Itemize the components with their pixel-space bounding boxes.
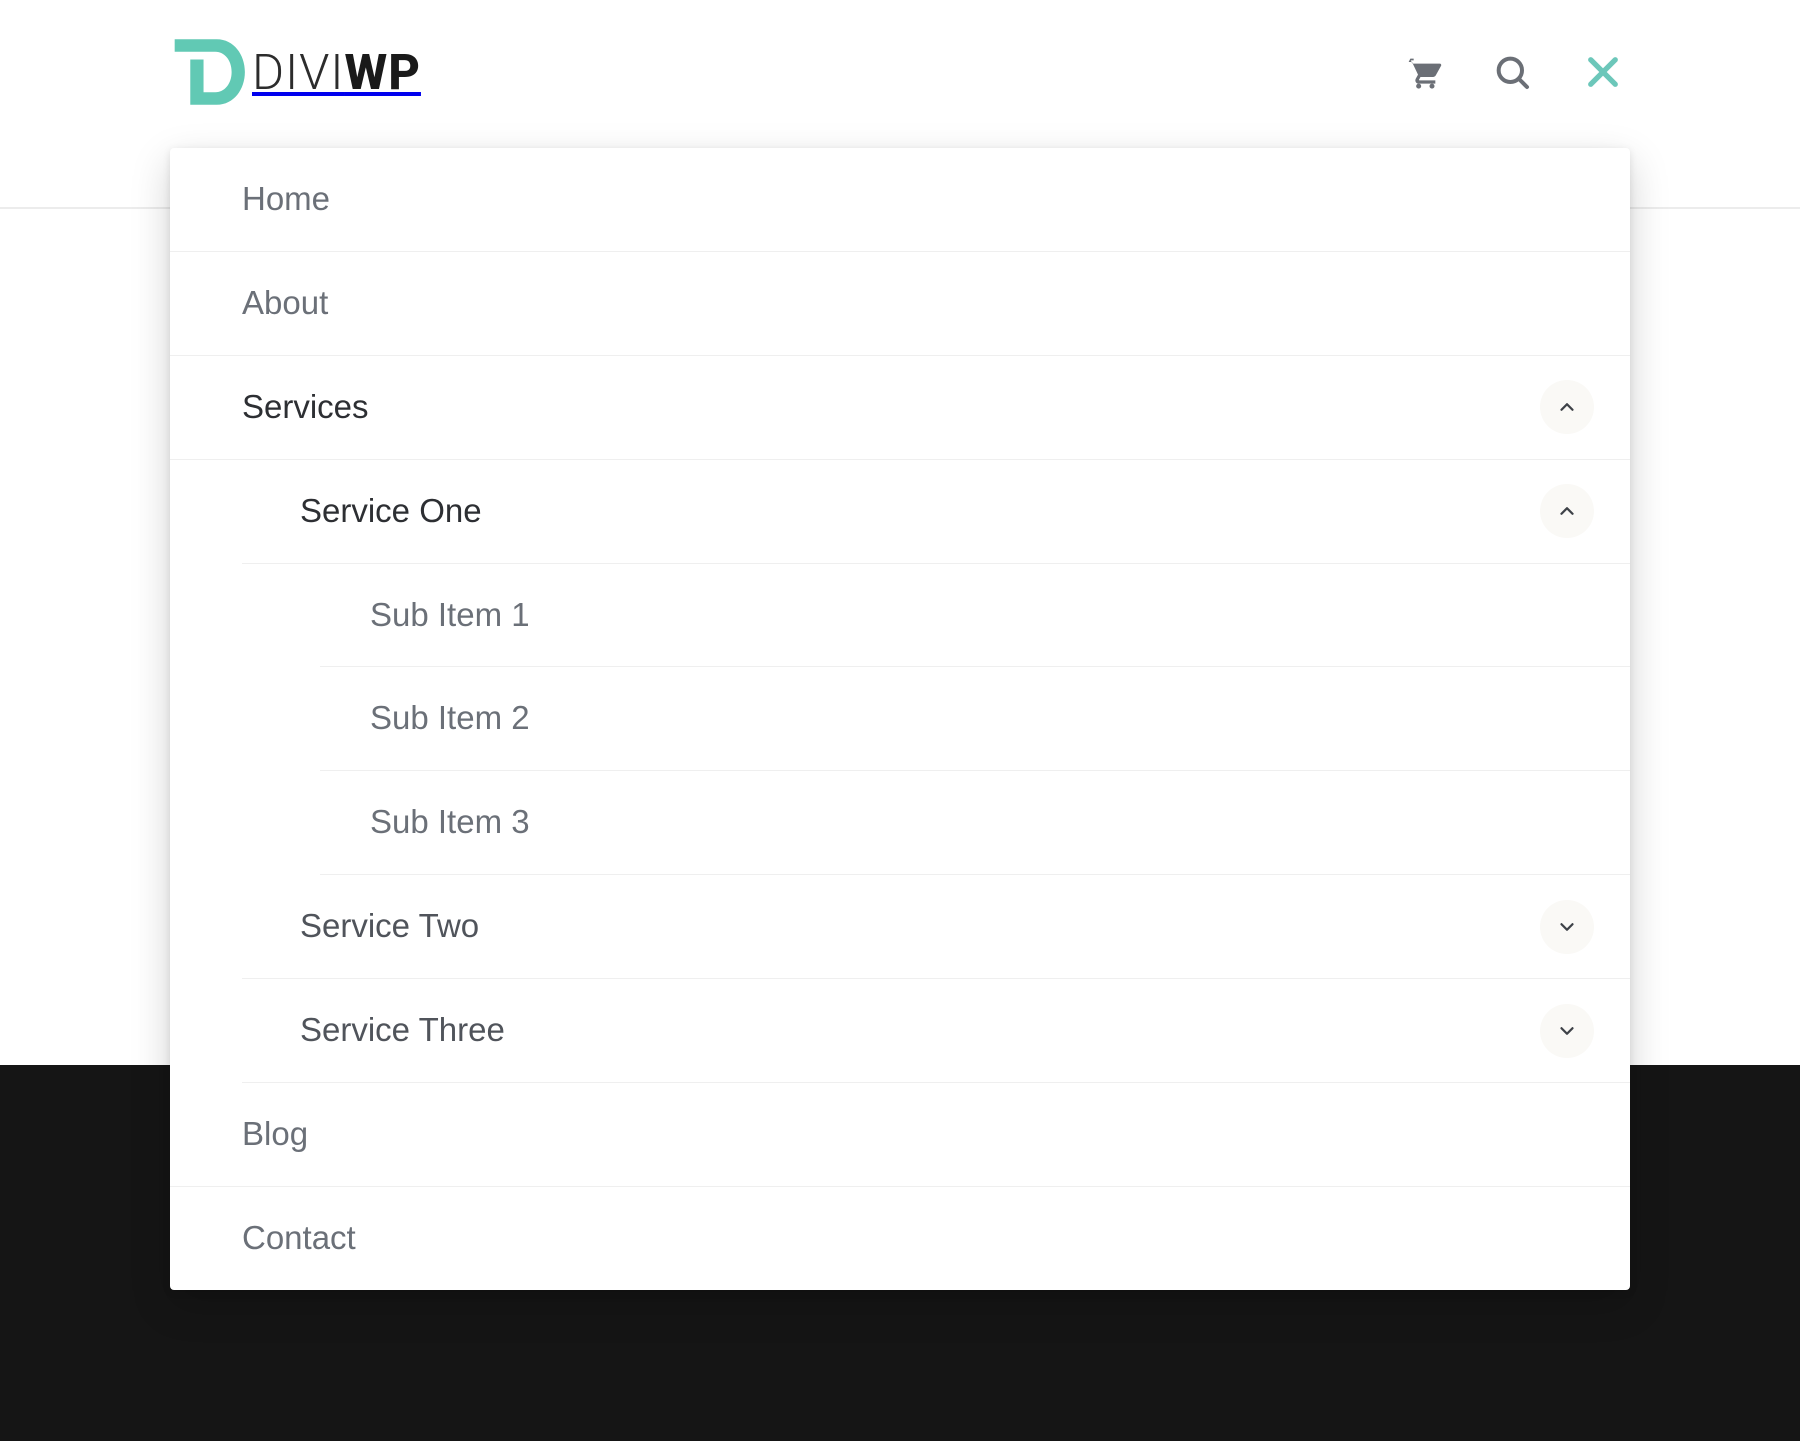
chevron-up-icon	[1556, 500, 1578, 522]
menu-item-services: Services	[170, 356, 1630, 460]
toggle-service-two[interactable]	[1540, 900, 1594, 954]
menu-link-sub-item-3[interactable]: Sub Item 3	[320, 771, 1630, 874]
menu-list: Home About Services Service One	[170, 148, 1630, 1290]
cart-icon	[1402, 52, 1442, 92]
menu-item-sub-item-2: Sub Item 2	[320, 667, 1630, 771]
menu-item-service-three: Service Three	[242, 979, 1630, 1083]
menu-link-services[interactable]: Services	[170, 356, 1540, 459]
menu-item-home: Home	[170, 148, 1630, 252]
site-header: DIVIWP	[170, 32, 1630, 112]
logo-text-bold: WP	[344, 44, 420, 101]
menu-item-about: About	[170, 252, 1630, 356]
chevron-up-icon	[1556, 396, 1578, 418]
close-icon	[1582, 51, 1624, 93]
menu-close-button[interactable]	[1576, 45, 1630, 99]
menu-item-blog: Blog	[170, 1083, 1630, 1187]
menu-link-service-one[interactable]: Service One	[242, 460, 1540, 563]
cart-button[interactable]	[1396, 46, 1448, 98]
menu-link-sub-item-2[interactable]: Sub Item 2	[320, 667, 1630, 770]
logo-text-thin: DIVI	[252, 44, 344, 101]
search-button[interactable]	[1486, 46, 1538, 98]
menu-item-service-two: Service Two	[242, 875, 1630, 979]
toggle-services[interactable]	[1540, 380, 1594, 434]
toggle-service-three[interactable]	[1540, 1004, 1594, 1058]
mobile-menu-panel: Home About Services Service One	[170, 148, 1630, 1290]
menu-item-sub-item-1: Sub Item 1	[320, 564, 1630, 668]
menu-link-contact[interactable]: Contact	[170, 1187, 1630, 1290]
menu-link-blog[interactable]: Blog	[170, 1083, 1630, 1186]
menu-link-service-two[interactable]: Service Two	[242, 875, 1540, 978]
menu-link-sub-item-1[interactable]: Sub Item 1	[320, 564, 1630, 667]
header-actions	[1396, 45, 1630, 99]
chevron-down-icon	[1556, 916, 1578, 938]
menu-link-about[interactable]: About	[170, 252, 1630, 355]
menu-link-service-three[interactable]: Service Three	[242, 979, 1540, 1082]
site-logo[interactable]: DIVIWP	[170, 33, 421, 111]
menu-item-contact: Contact	[170, 1187, 1630, 1290]
menu-item-sub-item-3: Sub Item 3	[320, 771, 1630, 875]
search-icon	[1492, 52, 1532, 92]
menu-link-home[interactable]: Home	[170, 148, 1630, 251]
menu-item-service-one: Service One	[242, 460, 1630, 564]
chevron-down-icon	[1556, 1020, 1578, 1042]
logo-mark-icon	[170, 33, 248, 111]
toggle-service-one[interactable]	[1540, 484, 1594, 538]
logo-wordmark: DIVIWP	[252, 44, 421, 101]
